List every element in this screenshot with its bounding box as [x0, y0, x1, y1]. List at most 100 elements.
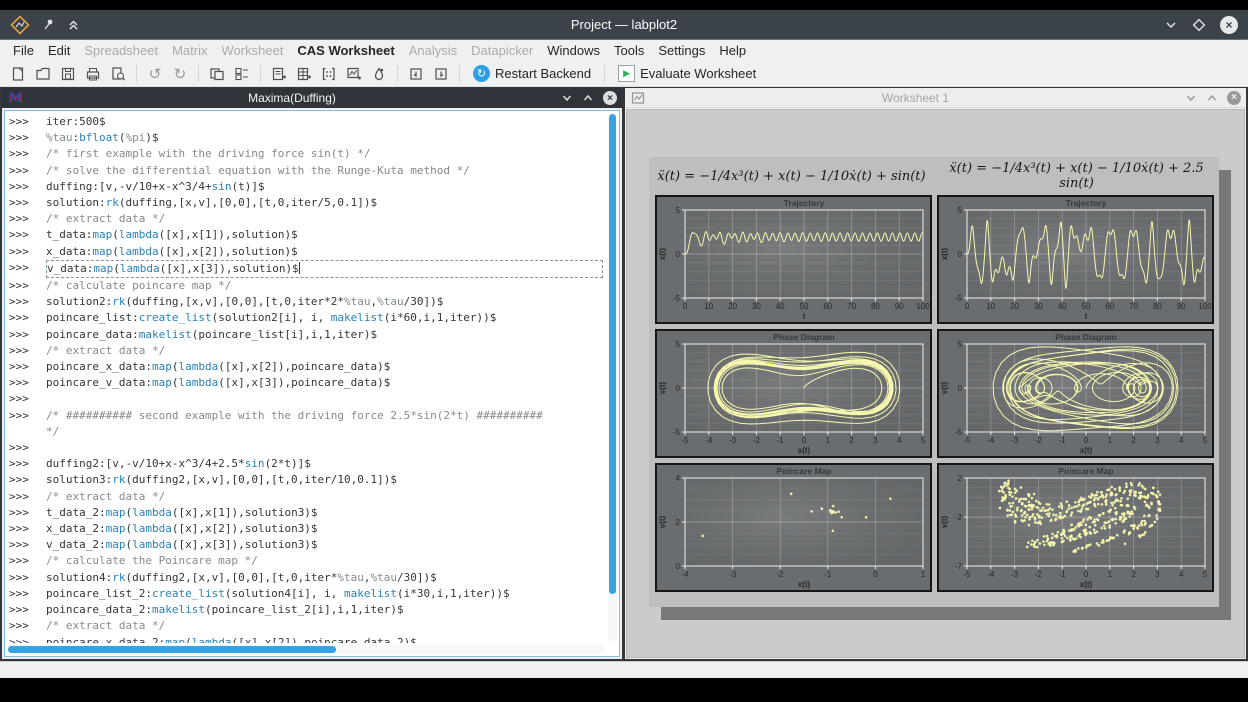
svg-text:-1: -1 — [1058, 570, 1066, 579]
restart-backend-button[interactable]: ↻ Restart Backend — [466, 63, 598, 85]
svg-text:0: 0 — [801, 436, 806, 445]
svg-text:Phase Diagram: Phase Diagram — [773, 332, 835, 342]
svg-text:30: 30 — [1033, 302, 1042, 311]
print-preview-icon[interactable] — [106, 63, 130, 85]
worksheet-view[interactable]: ẍ(t) = −1/4x³(t) + x(t) − 1/10ẋ(t) + sin… — [626, 109, 1245, 658]
formula-label-1[interactable]: ẍ(t) = −1/4x³(t) + x(t) − 1/10ẋ(t) + sin… — [649, 169, 934, 184]
console-prompt: >>> — [9, 211, 46, 227]
evaluate-worksheet-button[interactable]: ▶ Evaluate Worksheet — [611, 63, 763, 85]
svg-text:3: 3 — [1155, 436, 1160, 445]
color-theme-icon[interactable] — [367, 63, 391, 85]
svg-text:-7: -7 — [954, 562, 962, 571]
maximize-icon[interactable] — [1192, 18, 1206, 32]
menu-cas-worksheet[interactable]: CAS Worksheet — [290, 42, 401, 59]
restore-icon[interactable] — [1206, 92, 1218, 104]
undo-icon[interactable]: ↺ — [143, 63, 167, 85]
collapse-toolbar-icon[interactable] — [67, 18, 80, 31]
pin-icon[interactable] — [42, 18, 55, 31]
text-cursor — [299, 262, 300, 274]
svg-text:2: 2 — [957, 474, 962, 483]
menu-datapicker: Datapicker — [464, 42, 540, 59]
app-icon — [10, 15, 30, 35]
horizontal-scrollbar[interactable] — [7, 645, 604, 654]
svg-text:v(t): v(t) — [940, 381, 949, 394]
console-prompt: >>> — [9, 489, 46, 505]
minimize-icon[interactable] — [1164, 18, 1178, 32]
restore-icon[interactable] — [582, 92, 594, 104]
console-line: */ — [9, 424, 606, 440]
shade-icon[interactable] — [561, 92, 573, 104]
horizontal-scrollbar-thumb[interactable] — [8, 646, 336, 653]
formula-label-2[interactable]: ẍ(t) = −1/4x³(t) + x(t) − 1/10ẋ(t) + 2.5… — [934, 161, 1219, 191]
console-current-entry[interactable]: v_data:map(lambda([x],x[3]),solution)$ — [46, 260, 603, 278]
close-subwindow-icon[interactable]: × — [1227, 91, 1241, 105]
console-line: >>>%tau:bfloat(%pi)$ — [9, 130, 606, 146]
shade-icon[interactable] — [1185, 92, 1197, 104]
plot-phase-diagram-2[interactable]: -5-4-3-2-1012345-505Phase Diagramx(t)v(t… — [937, 329, 1214, 458]
svg-text:-2: -2 — [752, 436, 760, 445]
console-line: >>>/* extract data */ — [9, 489, 606, 505]
console-line: >>>poincare_x_data:map(lambda([x],x[2]),… — [9, 359, 606, 375]
insert-plot-icon[interactable] — [342, 63, 366, 85]
save-document-icon[interactable] — [56, 63, 80, 85]
close-icon[interactable]: × — [1220, 16, 1238, 34]
close-subwindow-icon[interactable]: × — [603, 91, 617, 105]
menu-worksheet: Worksheet — [214, 42, 290, 59]
svg-text:2: 2 — [1131, 436, 1136, 445]
console-prompt: >>> — [9, 130, 46, 146]
menu-file[interactable]: File — [6, 42, 41, 59]
maxima-console[interactable]: >>>iter:500$>>>%tau:bfloat(%pi)$>>>/* fi… — [4, 110, 620, 657]
console-text[interactable]: >>>iter:500$>>>%tau:bfloat(%pi)$>>>/* fi… — [6, 112, 606, 643]
console-prompt: >>> — [9, 391, 46, 407]
menu-help[interactable]: Help — [712, 42, 753, 59]
toolbar-separator — [136, 65, 137, 82]
console-code: /* extract data */ — [46, 211, 606, 227]
insert-text-entry-icon[interactable] — [267, 63, 291, 85]
svg-text:90: 90 — [1176, 302, 1185, 311]
console-code: poincare_list_2:create_list(solution4[i]… — [46, 586, 606, 602]
svg-text:-1: -1 — [1058, 436, 1066, 445]
redo-icon[interactable]: ↻ — [168, 63, 192, 85]
insert-matrix-icon[interactable] — [317, 63, 341, 85]
svg-text:-2: -2 — [1034, 436, 1042, 445]
svg-text:-3: -3 — [729, 436, 737, 445]
open-document-icon[interactable] — [31, 63, 55, 85]
console-prompt: >>> — [9, 456, 46, 472]
console-line: >>>poincare_list_2:create_list(solution4… — [9, 586, 606, 602]
toolbar-separator — [604, 65, 605, 82]
svg-text:0: 0 — [682, 302, 687, 311]
svg-text:-5: -5 — [954, 428, 962, 437]
print-icon[interactable] — [81, 63, 105, 85]
plot-trajectory-1[interactable]: 0102030405060708090100-505Trajectorytx(t… — [655, 195, 932, 324]
svg-text:50: 50 — [799, 302, 808, 311]
menu-windows[interactable]: Windows — [540, 42, 607, 59]
plot-poincare-map-1[interactable]: -4-3-2-101024Poincare Mapx(t)v(t) — [655, 463, 932, 592]
new-document-icon[interactable] — [6, 63, 30, 85]
insert-entry-after-icon[interactable] — [429, 63, 453, 85]
console-code: poincare_data:makelist(poincare_list[i],… — [46, 327, 606, 343]
svg-text:-3: -3 — [729, 570, 737, 579]
formula-row: ẍ(t) = −1/4x³(t) + x(t) − 1/10ẋ(t) + sin… — [649, 157, 1219, 195]
insert-entry-before-icon[interactable] — [404, 63, 428, 85]
svg-text:0: 0 — [675, 384, 680, 393]
new-workbook-icon[interactable] — [205, 63, 229, 85]
menu-settings[interactable]: Settings — [651, 42, 712, 59]
svg-text:2: 2 — [1131, 570, 1136, 579]
new-folder-view-icon[interactable] — [230, 63, 254, 85]
vertical-scrollbar-thumb[interactable] — [609, 114, 616, 594]
svg-text:-5: -5 — [963, 436, 971, 445]
console-prompt: >>> — [9, 294, 46, 310]
plot-phase-diagram-1[interactable]: -5-4-3-2-1012345-505Phase Diagramx(t)v(t… — [655, 329, 932, 458]
worksheet-subwindow-titlebar[interactable]: Worksheet 1 × — [625, 88, 1246, 108]
console-line: >>>solution2:rk(duffing,[x,v],[0,0],[t,0… — [9, 294, 606, 310]
console-prompt: >>> — [9, 618, 46, 634]
vertical-scrollbar[interactable] — [608, 113, 617, 641]
console-prompt: >>> — [9, 278, 46, 294]
insert-spreadsheet-icon[interactable] — [292, 63, 316, 85]
menu-tools[interactable]: Tools — [607, 42, 651, 59]
plot-trajectory-2[interactable]: 0102030405060708090100-505Trajectorytx(t… — [937, 195, 1214, 324]
svg-text:0: 0 — [675, 562, 680, 571]
cas-subwindow-titlebar[interactable]: M Maxima(Duffing) × — [2, 88, 622, 108]
menu-edit[interactable]: Edit — [41, 42, 77, 59]
plot-poincare-map-2[interactable]: -5-4-3-2-10123452-2-7Poincare Mapx(t)v(t… — [937, 463, 1214, 592]
